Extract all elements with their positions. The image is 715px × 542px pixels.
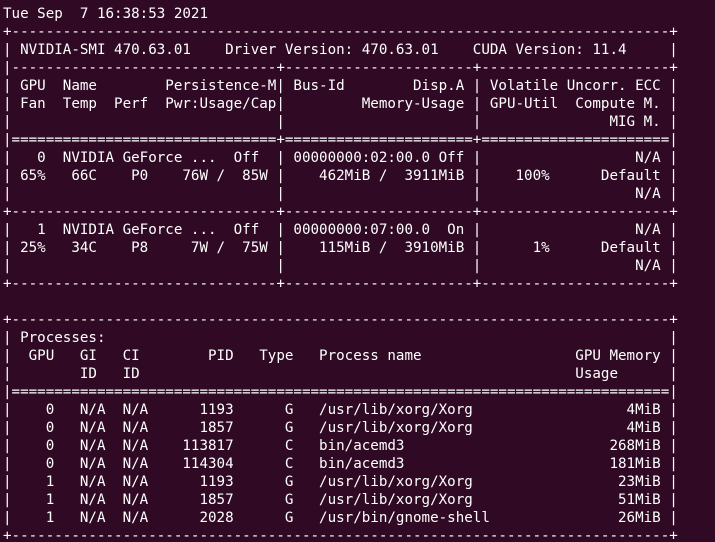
process-table-border-top: +---------------------------------------…	[3, 312, 678, 328]
gpu-0-row-1: | 0 NVIDIA GeForce ... Off | 00000000:02…	[3, 150, 678, 166]
process-row: | 1 N/A N/A 1193 G /usr/lib/xorg/Xorg 23…	[3, 474, 678, 490]
gpu-table-border-bottom: +-------------------------------+-------…	[3, 276, 678, 292]
process-row: | 1 N/A N/A 2028 G /usr/bin/gnome-shell …	[3, 510, 678, 526]
gpu-divider: +-------------------------------+-------…	[3, 204, 678, 220]
process-header-separator: |=======================================…	[3, 384, 678, 400]
gpu-1-row-1: | 1 NVIDIA GeForce ... Off | 00000000:07…	[3, 222, 678, 238]
process-row: | 1 N/A N/A 1857 G /usr/lib/xorg/Xorg 51…	[3, 492, 678, 508]
gpu-header-row-2: | Fan Temp Perf Pwr:Usage/Cap| Memory-Us…	[3, 96, 678, 112]
gpu-0-row-2: | 65% 66C P0 76W / 85W | 462MiB / 3911Mi…	[3, 168, 678, 184]
process-table-border-bottom: +---------------------------------------…	[3, 528, 678, 542]
gpu-0-row-3: | | | N/A |	[3, 186, 678, 202]
gpu-1-row-3: | | | N/A |	[3, 258, 678, 274]
process-header-row-2: | ID ID Usage |	[3, 366, 678, 382]
table-divider: |-------------------------------+-------…	[3, 60, 678, 76]
process-row: | 0 N/A N/A 1857 G /usr/lib/xorg/Xorg 4M…	[3, 420, 678, 436]
version-header: | NVIDIA-SMI 470.63.01 Driver Version: 4…	[3, 42, 678, 58]
timestamp-line: Tue Sep 7 16:38:53 2021	[3, 6, 208, 22]
gpu-1-row-2: | 25% 34C P8 7W / 75W | 115MiB / 3910MiB…	[3, 240, 678, 256]
process-header-row-1: | GPU GI CI PID Type Process name GPU Me…	[3, 348, 678, 364]
table-border-top: +---------------------------------------…	[3, 24, 678, 40]
processes-title: | Processes: |	[3, 330, 678, 346]
process-row: | 0 N/A N/A 113817 C bin/acemd3 268MiB |	[3, 438, 678, 454]
terminal-output[interactable]: Tue Sep 7 16:38:53 2021 +---------------…	[0, 0, 715, 542]
process-row: | 0 N/A N/A 114304 C bin/acemd3 181MiB |	[3, 456, 678, 472]
gpu-header-row-1: | GPU Name Persistence-M| Bus-Id Disp.A …	[3, 78, 678, 94]
gpu-header-separator: |===============================+=======…	[3, 132, 678, 148]
gpu-header-row-3: | | | MIG M. |	[3, 114, 678, 130]
process-row: | 0 N/A N/A 1193 G /usr/lib/xorg/Xorg 4M…	[3, 402, 678, 418]
